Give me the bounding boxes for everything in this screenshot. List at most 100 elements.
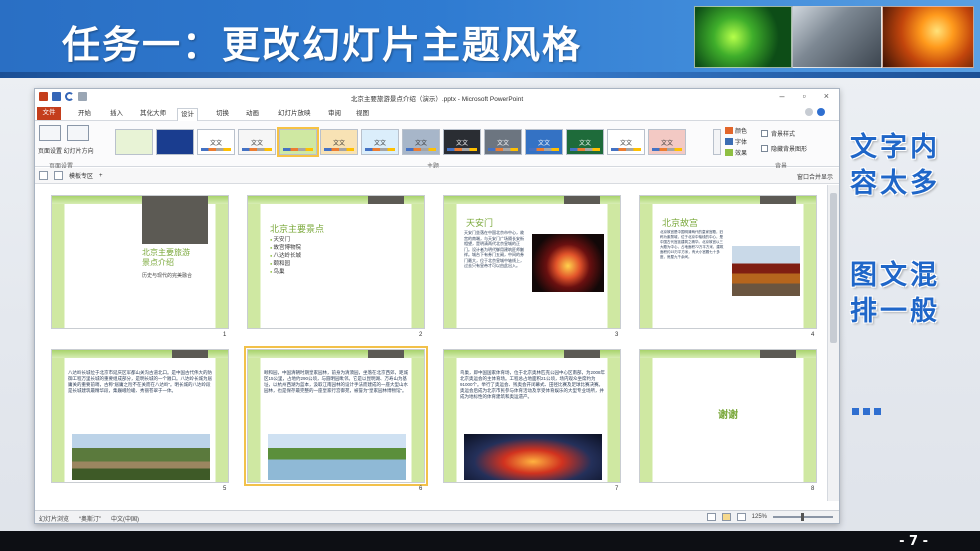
theme-thumb[interactable]: [156, 129, 194, 155]
ribbon-tabs: 文件 开始 插入 其化大师 设计 切换 动画 幻灯片放映 审阅 视图: [35, 106, 839, 121]
theme-variants: 颜色 字体 效果: [725, 126, 747, 157]
slide-thumbnail-3[interactable]: 天安门 天安门坐落在中国北京市中心，故宫的南端，与天安门广场隔长安街相望，是明清…: [443, 195, 621, 329]
slide-thumbnail-5[interactable]: 八达岭长城位于北京市延庆区军都山关沟古道北口。是中国古代伟大的防御工程万里长城的…: [51, 349, 229, 483]
maximize-button[interactable]: ▫: [803, 91, 806, 101]
theme-thumb[interactable]: 文文: [402, 129, 440, 155]
header-keyboard-photo: [882, 6, 974, 68]
theme-thumb[interactable]: 文文: [525, 129, 563, 155]
annotation-text-too-much: 文字内 容太多: [850, 132, 940, 199]
slide-thumbnail-7[interactable]: 鸟巢，即中国国家体育场，位于北京奥林匹克公园中心区南部，为2008年北京奥运会的…: [443, 349, 621, 483]
slide-body-text: 颐和园，中国清朝时期皇家园林，前身为清漪园，坐落在北京西郊，距城区15公里，占地…: [264, 370, 408, 393]
slide-title: 天安门: [466, 218, 494, 228]
slide-title: 北京主要旅游 景点介绍: [142, 248, 190, 267]
tab-design[interactable]: 设计: [177, 108, 198, 121]
slide-number: 5: [223, 486, 227, 492]
document-icon[interactable]: [39, 171, 48, 180]
slide-number: 2: [419, 332, 423, 338]
slide-thumbnail-4[interactable]: 北京故宫 北京故宫是中国明清两代的皇家宫殿，旧称为紫禁城，位于北京中轴线的中心，…: [639, 195, 817, 329]
theme-thumb[interactable]: 文文: [197, 129, 235, 155]
status-left: 幻灯片浏览 “奥斯汀” 中文(中国): [39, 514, 139, 523]
slide-thumbnail-8[interactable]: 谢谢: [639, 349, 817, 483]
tiananmen-photo: [532, 234, 604, 292]
status-bar: 幻灯片浏览 “奥斯汀” 中文(中国) 125%: [35, 510, 839, 523]
reading-view-button[interactable]: [736, 513, 746, 521]
slide-body-text: 北京故宫是中国明清两代的皇家宫殿，旧称为紫禁城，位于北京中轴线的中心，是中国古代…: [660, 230, 724, 259]
header-touch-photo: [792, 6, 882, 68]
minimize-button[interactable]: –: [780, 91, 785, 101]
slide-number: 7: [615, 486, 619, 492]
slide-subtitle: 历史与现代的完美融合: [142, 273, 193, 279]
theme-gallery-more-button[interactable]: [713, 129, 721, 155]
language-indicator[interactable]: 中文(中国): [111, 514, 139, 523]
window-title: 北京主要旅游景点介绍（演示）.pptx - Microsoft PowerPoi…: [350, 96, 524, 103]
close-button[interactable]: ×: [824, 91, 829, 101]
slide-number: 8: [811, 486, 815, 492]
tab-master[interactable]: 其化大师: [137, 108, 169, 121]
help-icon[interactable]: [817, 108, 825, 116]
background-styles-button[interactable]: 背景样式: [761, 129, 807, 138]
slide-title: 任务一：更改幻灯片主题风格: [62, 23, 583, 67]
slide-title-block: [142, 196, 208, 244]
slide-bullets: 天安门 故宫博物院 八达岭长城 颐和园 鸟巢: [270, 236, 302, 276]
status-right: 125%: [706, 513, 833, 521]
colors-icon: [725, 127, 733, 134]
tab-animations[interactable]: 动画: [243, 108, 262, 121]
tab-home[interactable]: 开始: [75, 108, 94, 121]
tab-view[interactable]: 视图: [353, 108, 372, 121]
checkbox-icon: [761, 145, 768, 152]
slide-number: 1: [223, 332, 227, 338]
great-wall-photo: [72, 434, 210, 480]
theme-thumb[interactable]: 文文: [320, 129, 358, 155]
theme-thumb[interactable]: 文文: [361, 129, 399, 155]
folder-icon[interactable]: [54, 171, 63, 180]
tab-slideshow[interactable]: 幻灯片放映: [275, 108, 314, 121]
slide-body-text: 八达岭长城位于北京市延庆区军都山关沟古道北口。是中国古代伟大的防御工程万里长城的…: [68, 370, 212, 393]
theme-thumb[interactable]: 文文: [238, 129, 276, 155]
ribbon-help-area: [805, 108, 825, 116]
tab-review[interactable]: 审阅: [325, 108, 344, 121]
page-setup-button[interactable]: [39, 125, 61, 141]
theme-thumb[interactable]: 文文: [484, 129, 522, 155]
slide-thumbnail-1[interactable]: 北京主要旅游 景点介绍 历史与现代的完美融合: [51, 195, 229, 329]
zoom-slider[interactable]: [773, 513, 833, 521]
zoom-level[interactable]: 125%: [752, 514, 767, 520]
theme-thumb[interactable]: 文文: [443, 129, 481, 155]
theme-thumb[interactable]: 文文: [648, 129, 686, 155]
slide-sorter: 北京主要旅游 景点介绍 历史与现代的完美融合 1 北京主要景点 天安门 故宫博物…: [35, 185, 829, 501]
slide-orientation-button[interactable]: [67, 125, 89, 141]
collapse-ribbon-icon[interactable]: [805, 108, 813, 116]
new-tab-button[interactable]: +: [99, 173, 103, 179]
view-name: 幻灯片浏览: [39, 517, 70, 523]
slide-sorter-view-button[interactable]: [721, 513, 731, 521]
scrollbar-thumb[interactable]: [830, 193, 837, 343]
theme-thumb-selected[interactable]: [277, 127, 319, 157]
slide-body-text: 鸟巢，即中国国家体育场，位于北京奥林匹克公园中心区南部，为2008年北京奥运会的…: [460, 370, 606, 399]
template-zone-tab[interactable]: 模板专区: [69, 171, 93, 180]
theme-thumb[interactable]: 文文: [566, 129, 604, 155]
tab-transitions[interactable]: 切换: [213, 108, 232, 121]
slide-number: 6: [419, 486, 423, 492]
vertical-scrollbar[interactable]: [827, 185, 839, 501]
theme-name: “奥斯汀”: [79, 517, 102, 523]
effects-icon: [725, 149, 733, 156]
hide-background-graphics-checkbox[interactable]: 隐藏背景图形: [761, 144, 807, 153]
sorter-toolbar: 模板专区 + 窗口合并显示: [35, 168, 839, 184]
forbidden-city-photo: [732, 246, 800, 296]
fonts-button[interactable]: 字体: [725, 137, 747, 146]
slide-title: 北京主要景点: [270, 224, 325, 234]
merge-window-toggle[interactable]: 窗口合并显示: [797, 172, 833, 181]
tab-insert[interactable]: 插入: [107, 108, 126, 121]
page-setup-button-labels: 页面设置 幻灯片方向: [38, 149, 94, 155]
tab-file[interactable]: 文件: [37, 107, 61, 120]
slide-thumbnail-6-selected[interactable]: 颐和园，中国清朝时期皇家园林，前身为清漪园，坐落在北京西郊，距城区15公里，占地…: [244, 346, 428, 486]
effects-button[interactable]: 效果: [725, 148, 747, 157]
background-group: 背景样式 隐藏背景图形: [761, 129, 807, 153]
normal-view-button[interactable]: [706, 513, 716, 521]
fonts-icon: [725, 138, 733, 145]
theme-thumb[interactable]: [115, 129, 153, 155]
colors-button[interactable]: 颜色: [725, 126, 747, 135]
theme-thumb[interactable]: 文文: [607, 129, 645, 155]
annotation-layout-poor: 图文混 排一般: [850, 260, 940, 327]
powerpoint-window: 北京主要旅游景点介绍（演示）.pptx - Microsoft PowerPoi…: [34, 88, 840, 524]
slide-thumbnail-2[interactable]: 北京主要景点 天安门 故宫博物院 八达岭长城 颐和园 鸟巢: [247, 195, 425, 329]
